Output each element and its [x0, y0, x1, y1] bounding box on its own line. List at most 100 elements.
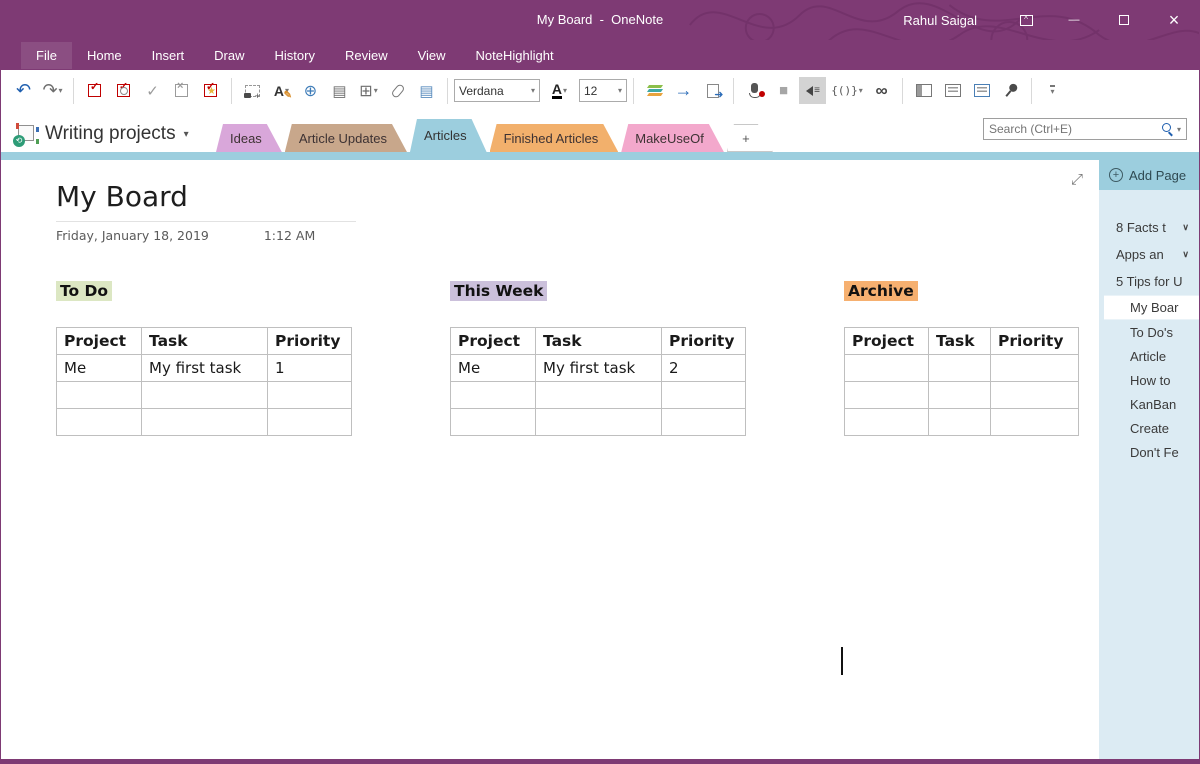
archive-table[interactable]: Project Task Priority — [844, 327, 1079, 436]
table-cell[interactable]: Me — [56, 354, 142, 382]
page-item-selected[interactable]: My Boar — [1104, 295, 1199, 320]
page-title[interactable]: My Board — [56, 180, 356, 213]
stop-recording-button[interactable]: ■ — [770, 77, 797, 104]
menu-review[interactable]: Review — [330, 42, 403, 69]
attach-file-page-button[interactable]: ▤ — [326, 77, 353, 104]
menu-notehighlight[interactable]: NoteHighlight — [461, 42, 569, 69]
new-section-tab[interactable]: + — [727, 124, 773, 152]
dock-to-desktop-button[interactable] — [968, 77, 995, 104]
page-item[interactable]: How to — [1099, 368, 1199, 392]
menu-view[interactable]: View — [403, 42, 461, 69]
text-style-button[interactable]: A ✎ ▾ — [268, 77, 295, 104]
tab-finished-articles[interactable]: Finished Articles — [490, 124, 619, 152]
attach-button[interactable] — [384, 77, 411, 104]
table-cell[interactable] — [661, 408, 746, 436]
full-page-view-button[interactable] — [939, 77, 966, 104]
archive-heading[interactable]: Archive — [844, 281, 918, 301]
table-cell[interactable] — [928, 381, 991, 409]
insert-link-button[interactable]: ⊕ — [297, 77, 324, 104]
page-item[interactable]: 5 Tips for U — [1099, 268, 1199, 295]
page-title-block[interactable]: My Board — [56, 180, 356, 222]
notebook-selector[interactable]: ⟲ Writing projects ▾ — [1, 122, 216, 152]
table-cell[interactable] — [267, 381, 352, 409]
check-tag-button[interactable]: ✓ — [139, 77, 166, 104]
find-tags-button[interactable]: ✓ ★ — [197, 77, 224, 104]
page-item[interactable]: Create — [1099, 416, 1199, 440]
tag-settings-button[interactable]: ✓ — [110, 77, 137, 104]
account-user-name[interactable]: Rahul Saigal — [903, 13, 977, 28]
page-item[interactable]: 8 Facts t ∨ — [1099, 214, 1199, 241]
page-item[interactable]: Article — [1099, 344, 1199, 368]
ribbon-display-options-button[interactable]: ^ — [1003, 0, 1049, 40]
maximize-button[interactable] — [1099, 0, 1149, 40]
table-cell[interactable] — [990, 381, 1079, 409]
screen-clipping-button[interactable]: + — [239, 77, 266, 104]
table-cell[interactable]: Me — [450, 354, 536, 382]
table-cell[interactable]: My first task — [141, 354, 268, 382]
todo-tag-button[interactable]: ✓ — [81, 77, 108, 104]
font-color-button[interactable]: A ▾ — [546, 77, 573, 104]
column-header[interactable]: Priority — [661, 327, 746, 355]
page-item[interactable]: KanBan — [1099, 392, 1199, 416]
column-header[interactable]: Project — [450, 327, 536, 355]
tab-article-updates[interactable]: Article Updates — [285, 124, 407, 152]
this-week-table[interactable]: Project Task Priority Me My first task 2 — [450, 327, 746, 436]
redo-button[interactable]: ↷ ▾ — [39, 77, 66, 104]
undo-button[interactable]: ↶ — [10, 77, 37, 104]
table-cell[interactable] — [535, 408, 662, 436]
tab-makeuseof[interactable]: MakeUseOf — [621, 124, 724, 152]
font-size-combobox[interactable]: 12 ▾ — [579, 79, 627, 102]
code-snippet-button[interactable]: {()} ▾ — [828, 77, 866, 104]
column-header[interactable]: Priority — [990, 327, 1079, 355]
expand-page-icon[interactable]: ⤢ — [1071, 170, 1083, 188]
playback-audio-button[interactable]: ≡ — [799, 77, 826, 104]
search-input[interactable] — [989, 122, 1161, 136]
menu-file[interactable]: File — [21, 41, 72, 69]
add-page-button[interactable]: + Add Page — [1099, 160, 1199, 190]
table-cell[interactable] — [844, 408, 929, 436]
this-week-heading[interactable]: This Week — [450, 281, 548, 301]
column-header[interactable]: Task — [928, 327, 991, 355]
todo-heading[interactable]: To Do — [56, 281, 113, 301]
keep-on-top-button[interactable] — [997, 77, 1024, 104]
send-page-button[interactable]: ➜ — [699, 77, 726, 104]
toolbar-more-button[interactable]: ▾ — [1039, 77, 1066, 104]
highlight-layers-button[interactable] — [641, 77, 668, 104]
table-cell[interactable] — [141, 381, 268, 409]
column-header[interactable]: Task — [141, 327, 268, 355]
column-header[interactable]: Priority — [267, 327, 352, 355]
record-audio-button[interactable] — [741, 77, 768, 104]
font-name-combobox[interactable]: Verdana ▾ — [454, 79, 540, 102]
table-cell[interactable] — [844, 354, 929, 382]
table-cell[interactable] — [450, 408, 536, 436]
remove-tag-button[interactable]: × — [168, 77, 195, 104]
table-cell[interactable] — [990, 354, 1079, 382]
table-cell[interactable] — [928, 354, 991, 382]
tab-ideas[interactable]: Ideas — [216, 124, 282, 152]
table-cell[interactable]: 1 — [267, 354, 352, 382]
table-cell[interactable] — [141, 408, 268, 436]
online-picture-button[interactable]: ▤ — [413, 77, 440, 104]
search-dropdown-icon[interactable]: ▾ — [1177, 125, 1181, 134]
page-item[interactable]: To Do's — [1099, 320, 1199, 344]
insert-table-button[interactable]: ⊞ ▾ — [355, 77, 382, 104]
search-box[interactable]: ▾ — [983, 118, 1187, 140]
column-header[interactable]: Task — [535, 327, 662, 355]
normal-view-button[interactable] — [910, 77, 937, 104]
page-canvas[interactable]: ⤢ My Board Friday, January 18, 2019 1:12… — [1, 160, 1099, 759]
table-cell[interactable]: My first task — [535, 354, 662, 382]
table-cell[interactable] — [267, 408, 352, 436]
table-cell[interactable] — [844, 381, 929, 409]
column-header[interactable]: Project — [56, 327, 142, 355]
table-cell[interactable] — [450, 381, 536, 409]
column-header[interactable]: Project — [844, 327, 929, 355]
menu-home[interactable]: Home — [72, 42, 137, 69]
tab-articles[interactable]: Articles — [410, 119, 487, 152]
forward-button[interactable]: → — [670, 77, 697, 104]
table-cell[interactable]: 2 — [661, 354, 746, 382]
collapse-chevron-icon[interactable]: ∨ — [1182, 222, 1189, 233]
menu-insert[interactable]: Insert — [137, 42, 200, 69]
table-cell[interactable] — [990, 408, 1079, 436]
table-cell[interactable] — [56, 408, 142, 436]
close-button[interactable]: × — [1149, 0, 1199, 40]
